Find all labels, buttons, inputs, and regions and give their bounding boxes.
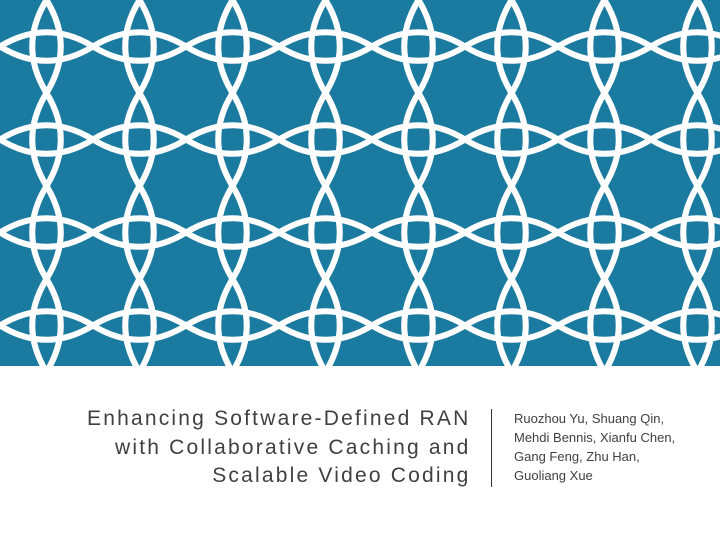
title-block: Enhancing Software-Defined RAN with Coll… xyxy=(34,405,491,490)
slide-title: Enhancing Software-Defined RAN with Coll… xyxy=(34,405,471,490)
authors-block: Ruozhou Yu, Shuang Qin, Mehdi Bennis, Xi… xyxy=(496,410,686,485)
content-area: Enhancing Software-Defined RAN with Coll… xyxy=(0,366,720,540)
decorative-pattern xyxy=(0,0,720,366)
slide: Enhancing Software-Defined RAN with Coll… xyxy=(0,0,720,540)
authors-list: Ruozhou Yu, Shuang Qin, Mehdi Bennis, Xi… xyxy=(514,410,686,485)
quatrefoil-pattern xyxy=(0,0,720,366)
vertical-divider xyxy=(491,409,493,487)
